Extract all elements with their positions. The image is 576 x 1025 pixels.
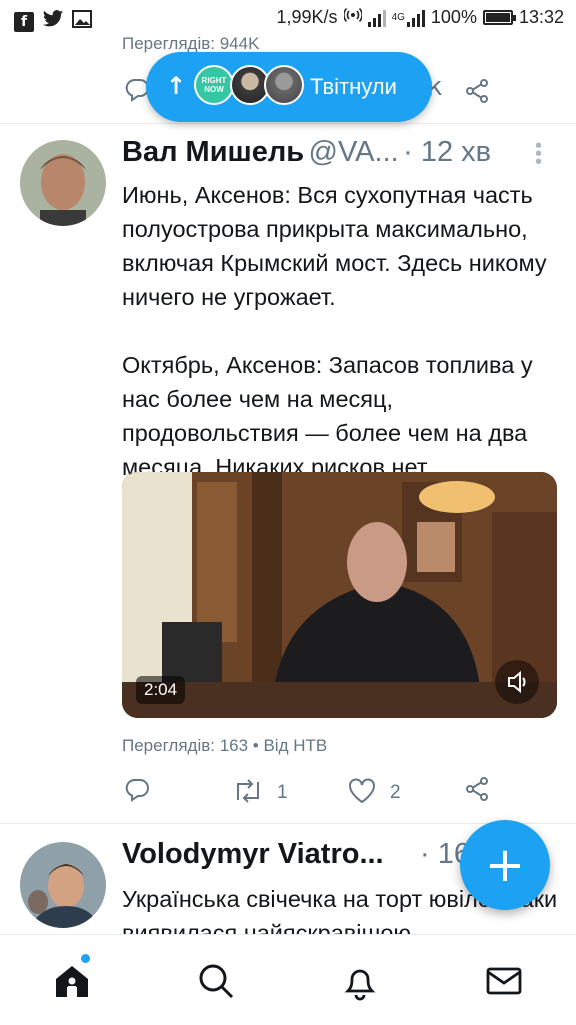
unread-indicator: [81, 954, 90, 963]
retweet-icon[interactable]: [232, 778, 264, 810]
more-options-icon[interactable]: • • •: [535, 136, 542, 172]
home-icon[interactable]: [52, 961, 92, 1001]
right-now-avatar: RIGHT NOW: [194, 65, 234, 105]
compose-tweet-button[interactable]: +: [460, 820, 550, 910]
video-thumbnail: [122, 472, 557, 718]
signal-icon: [367, 9, 386, 27]
avatar[interactable]: [20, 140, 106, 226]
bottom-navigation: [0, 934, 576, 1025]
tweet-actions: 1 2: [122, 774, 502, 810]
tweet-header: Вал Мишель @VA... · 12 хв • • •: [122, 136, 542, 176]
tweet-text: Июнь, Аксенов: Вся сухопутная часть полу…: [122, 182, 547, 480]
gallery-icon: [72, 10, 92, 33]
tweet-author-name[interactable]: Volodymyr Viatro...: [122, 838, 384, 871]
reply-icon[interactable]: [124, 778, 150, 808]
search-icon[interactable]: [196, 961, 236, 1001]
twitter-icon: [42, 9, 64, 34]
tweet-time: · 12 хв: [403, 136, 492, 168]
video-duration: 2:04: [136, 676, 186, 704]
messages-icon[interactable]: [484, 961, 524, 1001]
volume-icon[interactable]: [495, 660, 539, 704]
like-count: 2: [390, 782, 401, 803]
battery-percent: 100%: [430, 7, 477, 27]
new-tweets-pill[interactable]: ↑ RIGHT NOW Твітнули: [146, 52, 432, 122]
user-avatar: [264, 65, 304, 105]
share-icon[interactable]: [464, 78, 490, 110]
avatar[interactable]: [20, 842, 106, 928]
hotspot-icon: [342, 6, 363, 29]
network-speed: 1,99K/s: [276, 7, 338, 27]
notifications-icon[interactable]: [340, 961, 380, 1001]
divider: [0, 123, 576, 124]
status-bar: f 1,99K/s 4G 100% 13:32: [0, 0, 576, 38]
signal-icon-2: [406, 9, 425, 27]
network-type: 4G: [391, 12, 405, 23]
tweet-video[interactable]: 2:04: [122, 472, 557, 718]
tweet-author-handle[interactable]: @VA...: [309, 136, 399, 168]
arrow-up-icon: ↑: [166, 72, 187, 100]
share-icon[interactable]: [464, 776, 490, 808]
clock: 13:32: [518, 7, 564, 27]
new-tweets-label: Твітнули: [310, 74, 397, 99]
tweet-views: Переглядів: 163 • Від НТВ: [122, 736, 328, 755]
facebook-icon: f: [14, 11, 34, 32]
retweet-count: 1: [277, 782, 288, 803]
tweet-author-name[interactable]: Вал Мишель: [122, 136, 304, 168]
like-icon[interactable]: [348, 778, 376, 810]
battery-icon: [482, 10, 516, 25]
prev-tweet-views: Переглядів: 944K: [122, 34, 260, 53]
